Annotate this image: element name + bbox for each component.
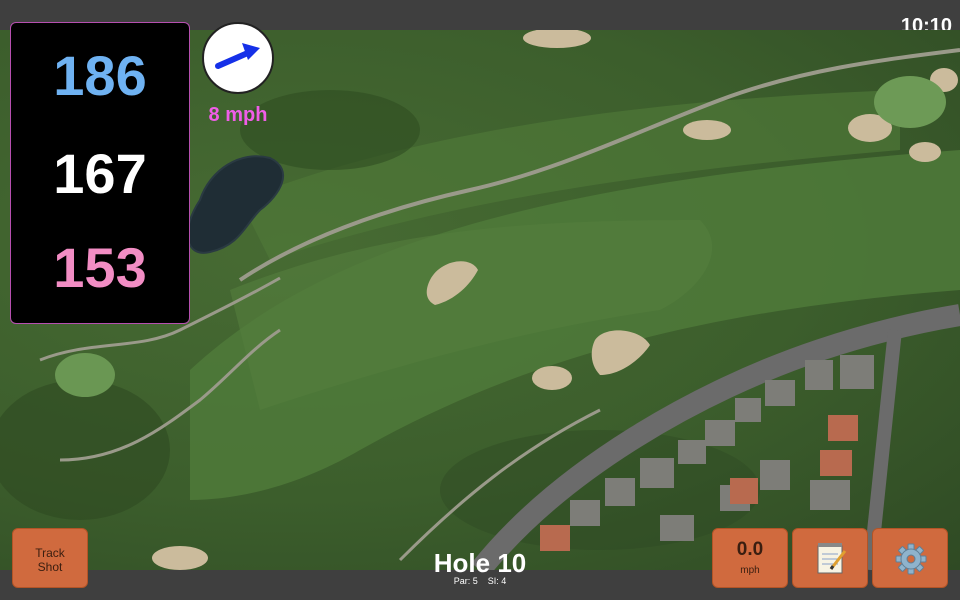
par-label: Par: xyxy=(453,576,471,586)
track-shot-label-line1: Track xyxy=(35,546,65,560)
track-shot-label-line2: Shot xyxy=(37,560,63,574)
speed-unit: mph xyxy=(740,565,760,576)
speed-value: 0.0 xyxy=(736,539,764,560)
notepad-icon xyxy=(817,543,847,574)
gear-icon xyxy=(895,543,927,575)
wind-arrow-icon xyxy=(215,43,260,69)
wind-speed: 8 mph xyxy=(208,104,268,126)
hole-title: Hole 10 xyxy=(433,548,527,578)
hole-subinfo: Par: 5 SI: 4 xyxy=(380,576,580,586)
track-shot-button[interactable]: Track Shot xyxy=(12,528,88,588)
distance-panel: 186 167 153 xyxy=(10,22,190,324)
speed-button[interactable]: 0.0 mph xyxy=(712,528,788,588)
par-value: 5 xyxy=(472,576,478,586)
wind-indicator xyxy=(202,22,274,94)
si-label: SI: xyxy=(487,576,499,586)
si-value: 4 xyxy=(501,576,507,586)
settings-button[interactable] xyxy=(872,528,948,588)
distance-back: 186 xyxy=(53,44,147,107)
distance-middle: 167 xyxy=(53,142,147,205)
notes-button[interactable] xyxy=(792,528,868,588)
distance-front: 153 xyxy=(53,236,147,299)
